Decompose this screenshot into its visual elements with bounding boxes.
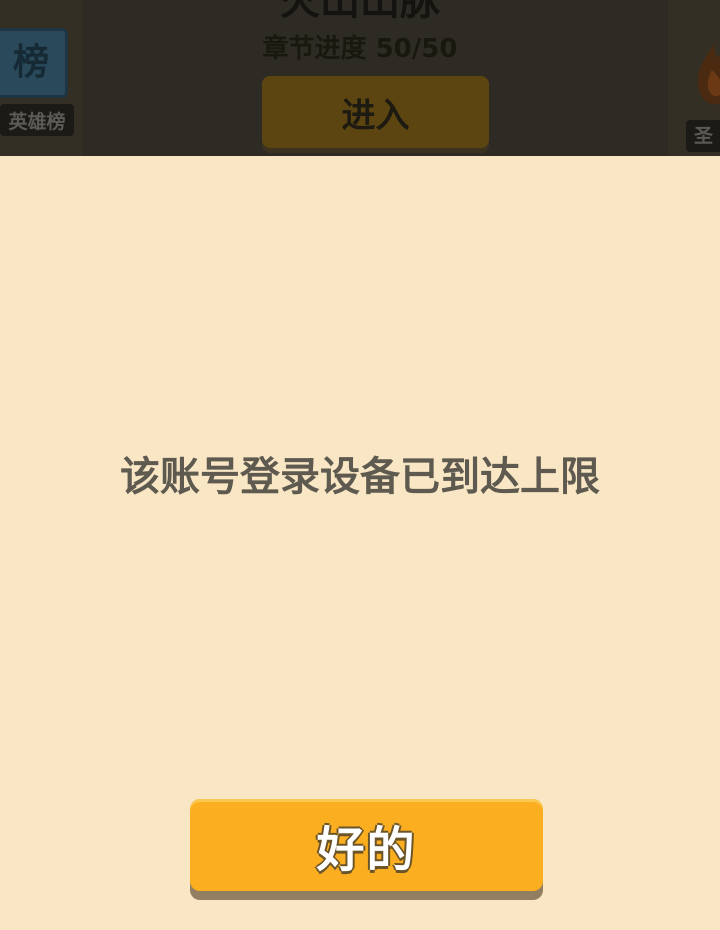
enter-button-label: 进入 bbox=[341, 95, 410, 136]
game-screen: 榜 英雄榜 火山山脉 章节进度 50/50 进入 圣 该账号登录设备已到达上限 … bbox=[0, 0, 720, 930]
dimmed-game-background: 榜 英雄榜 火山山脉 章节进度 50/50 进入 圣 bbox=[0, 0, 720, 156]
device-limit-dialog: 该账号登录设备已到达上限 好的 bbox=[0, 156, 720, 930]
flame-icon[interactable] bbox=[694, 40, 720, 110]
ok-button-label: 好的 bbox=[316, 822, 417, 878]
hero-board-label: 英雄榜 bbox=[0, 104, 74, 136]
chapter-title: 火山山脉 bbox=[280, 0, 440, 24]
ranking-board-glyph: 榜 bbox=[12, 42, 49, 83]
dialog-message: 该账号登录设备已到达上限 bbox=[120, 454, 600, 500]
right-panel-label: 圣 bbox=[686, 120, 720, 152]
ok-button[interactable]: 好的 bbox=[190, 799, 543, 891]
enter-button[interactable]: 进入 bbox=[262, 76, 489, 148]
ranking-board-icon[interactable]: 榜 bbox=[0, 28, 68, 98]
chapter-progress: 章节进度 50/50 bbox=[262, 34, 458, 64]
